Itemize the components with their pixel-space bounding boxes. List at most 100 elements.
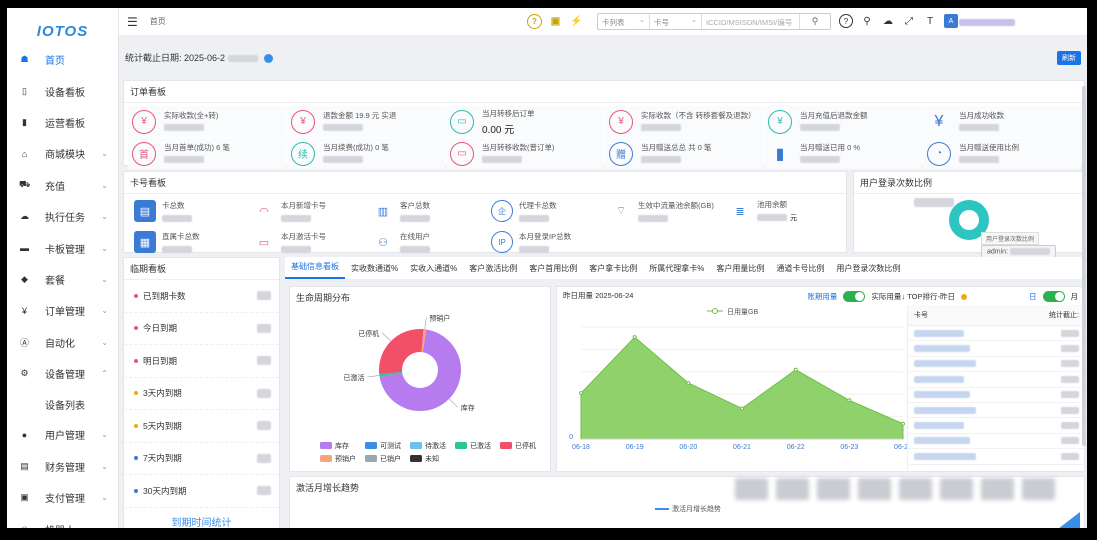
card-number-blur — [914, 375, 964, 383]
tab-1[interactable]: 实收数通道% — [345, 263, 404, 279]
username[interactable] — [959, 19, 1015, 26]
magnifier-icon[interactable]: ⚲ — [860, 14, 874, 28]
table-row[interactable] — [908, 418, 1085, 434]
legend-label[interactable]: 库存 — [335, 441, 349, 450]
tab-8[interactable]: 通道卡号比例 — [770, 263, 830, 279]
data-point[interactable] — [847, 398, 852, 403]
language-icon[interactable]: A — [944, 14, 958, 28]
tab-7[interactable]: 客户用量比例 — [710, 263, 770, 279]
search-input[interactable]: ICCID/MSISDN/IMSI/编号 — [702, 14, 800, 29]
tab-2[interactable]: 实收入通道% — [404, 263, 463, 279]
help-icon[interactable]: ? — [527, 14, 542, 29]
cloud-upload-icon[interactable]: ☁ — [881, 14, 895, 28]
topbar-tools: ? ▣ ⚡ — [527, 14, 584, 29]
expiry-row[interactable]: 明日到期 — [124, 345, 279, 378]
search-type-select[interactable]: 卡列表 — [598, 14, 650, 29]
legend-marker-icon — [712, 308, 718, 314]
tab-4[interactable]: 客户首用比例 — [523, 263, 583, 279]
card-board-title: 卡号看板 — [124, 172, 846, 194]
tab-5[interactable]: 客户拿卡比例 — [583, 263, 643, 279]
data-point[interactable] — [901, 421, 905, 426]
sidebar-item-2[interactable]: ▮ 运营看板 — [7, 107, 118, 138]
yen-icon: ¥ — [21, 305, 27, 316]
device-icon: ⚙ — [20, 368, 29, 379]
table-row[interactable] — [908, 449, 1085, 465]
tab-6[interactable]: 所属代理拿卡% — [643, 263, 710, 279]
tooltip-value-blur — [1009, 248, 1050, 255]
legend-label[interactable]: 预销户 — [335, 454, 356, 463]
expiry-row[interactable]: 30天内到期 — [124, 475, 279, 508]
lock-icon[interactable]: ▣ — [548, 14, 563, 29]
sidebar-item-8[interactable]: ¥ 订单管理 ⌄ — [7, 295, 118, 326]
table-row[interactable] — [908, 403, 1085, 419]
sidebar-item-5[interactable]: ☁ 执行任务 ⌄ — [7, 201, 118, 232]
data-point[interactable] — [579, 391, 583, 396]
breadcrumb[interactable]: 首页 — [150, 16, 166, 27]
search-icon[interactable]: ⚲ — [800, 14, 830, 29]
sidebar-item-9[interactable]: Ⓐ 自动化 ⌄ — [7, 327, 118, 358]
search-field-select[interactable]: 卡号 — [650, 14, 702, 29]
sidebar-item-3[interactable]: ⌂ 商城模块 ⌄ — [7, 138, 118, 169]
table-row[interactable] — [908, 326, 1085, 342]
expiry-row[interactable]: 7天内到期 — [124, 443, 279, 475]
sidebar-item-6[interactable]: ▬ 卡板管理 ⌄ — [7, 232, 118, 263]
sidebar-item-4[interactable]: ⛟ 充值 ⌄ — [7, 170, 118, 201]
refresh-button[interactable]: 刷新 — [1057, 51, 1081, 65]
expiry-row[interactable]: 已到期卡数 — [124, 280, 279, 313]
chevron-down-icon: ⌄ — [101, 337, 108, 347]
sidebar-item-14[interactable]: ▣ 支付管理 ⌄ — [7, 482, 118, 513]
sidebar-item-15[interactable]: ☺ 机器人 ⌄ — [7, 513, 118, 528]
table-row[interactable] — [908, 341, 1085, 357]
expiry-row[interactable]: 3天内到期 — [124, 378, 279, 410]
table-row[interactable] — [908, 434, 1085, 450]
col-stats-until: 统计截止: — [1049, 312, 1079, 319]
sidebar-item-13[interactable]: ▤ 财务管理 ⌄ — [7, 451, 118, 482]
page-scrollbar[interactable] — [1082, 86, 1086, 446]
tab-9[interactable]: 用户登录次数比例 — [830, 263, 906, 279]
fullscreen-icon[interactable]: ⤢ — [902, 14, 916, 28]
sidebar-item-10[interactable]: ⚙ 设备管理 ⌃ — [7, 358, 118, 389]
table-row[interactable] — [908, 372, 1085, 388]
expiry-row[interactable]: 今日到期 — [124, 313, 279, 345]
tab-0[interactable]: 基础信息看板 — [285, 261, 345, 279]
refresh-small-icon[interactable] — [264, 54, 274, 64]
lightning-icon[interactable]: ⚡ — [569, 14, 584, 29]
data-point[interactable] — [686, 381, 691, 385]
tab-3[interactable]: 客户激活比例 — [463, 263, 523, 279]
legend-label[interactable]: 已停机 — [515, 441, 536, 450]
data-point[interactable] — [740, 406, 744, 411]
table-row[interactable] — [908, 357, 1085, 373]
area-series[interactable] — [580, 336, 904, 440]
wifi-hand-icon: ⌔ — [615, 205, 627, 217]
usage-legend-label[interactable]: 日用量GB — [727, 308, 758, 316]
data-point[interactable] — [793, 367, 798, 372]
legend-label[interactable]: 待激活 — [425, 441, 446, 450]
expiry-row[interactable]: 5天内到期 — [124, 410, 279, 443]
legend-swatch — [455, 442, 467, 449]
sidebar-item-12[interactable]: ● 用户管理 ⌄ — [7, 419, 118, 450]
legend-label[interactable]: 未知 — [425, 454, 439, 463]
billing-usage-toggle[interactable] — [843, 291, 866, 302]
sidebar-item-0[interactable]: ☗ 首页 — [7, 44, 118, 75]
hamburger-icon[interactable]: ☰ — [127, 15, 138, 29]
expiry-stats-link[interactable]: 到期时间统计 — [124, 514, 279, 529]
sidebar-item-11[interactable]: 设备列表 — [7, 389, 118, 419]
info-dot-icon[interactable] — [961, 293, 967, 300]
table-row[interactable] — [908, 388, 1085, 403]
logo[interactable]: IOTOS — [7, 8, 118, 44]
sidebar-item-7[interactable]: ◆ 套餐 ⌄ — [7, 264, 118, 295]
data-point[interactable] — [632, 335, 637, 340]
question-icon[interactable]: ? — [839, 14, 853, 28]
legend-label[interactable]: 已销户 — [380, 454, 401, 463]
card-kpi-value-blur — [519, 214, 549, 222]
top-ranking-table: 卡号 统计截止: — [907, 305, 1085, 471]
legend-label[interactable]: 可测试 — [380, 441, 401, 450]
period-toggle[interactable] — [1042, 291, 1065, 302]
login-tooltip-title: 用户登录次数比例 — [981, 232, 1040, 245]
sidebar-item-1[interactable]: ▯ 设备看板 — [7, 75, 118, 106]
font-size-icon[interactable]: T — [923, 14, 937, 28]
sidebar-item-label: 运营看板 — [45, 118, 85, 130]
legend-label[interactable]: 已激活 — [470, 441, 491, 450]
stats-date-blur — [227, 55, 258, 63]
col-card-number: 卡号 — [914, 312, 928, 319]
